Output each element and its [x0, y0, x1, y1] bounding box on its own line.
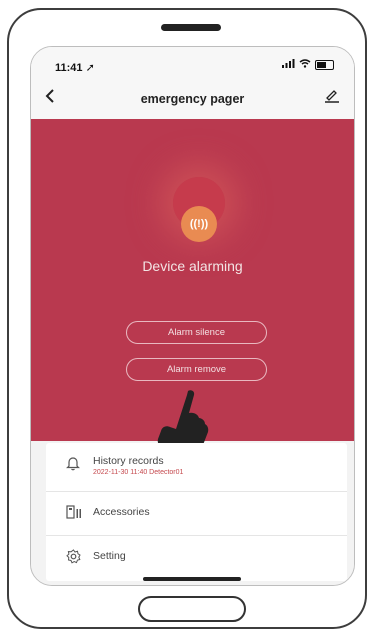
devices-icon — [66, 505, 82, 524]
status-time: 11:41 ➚ — [55, 61, 95, 74]
alarm-status-text: Device alarming — [142, 258, 243, 274]
alarm-overlay: ((!)) Device alarming Alarm silence Alar… — [31, 119, 354, 454]
home-indicator — [143, 577, 241, 581]
phone-home-button[interactable] — [138, 596, 246, 622]
menu-item-accessories[interactable]: Accessories — [46, 491, 347, 536]
edit-button[interactable] — [324, 89, 340, 108]
alarm-sound-icon: ((!)) — [181, 206, 217, 242]
menu-item-setting[interactable]: Setting — [46, 535, 347, 580]
page-title: emergency pager — [140, 92, 245, 106]
alarm-remove-button[interactable]: Alarm remove — [126, 358, 267, 381]
menu-item-label: Accessories — [93, 506, 150, 518]
menu-item-label: Setting — [93, 550, 126, 562]
battery-icon — [315, 60, 334, 70]
phone-speaker — [161, 24, 221, 31]
bell-icon — [66, 456, 80, 476]
menu-item-history-records[interactable]: History records 2022-11-30 11:40 Detecto… — [46, 443, 347, 487]
history-latest-record: 2022-11-30 11:40 Detector01 — [93, 469, 184, 476]
status-bar: 11:41 ➚ — [31, 47, 354, 81]
app-screen: 11:41 ➚ emergency pager ((!)) Device ala… — [31, 47, 354, 585]
alarm-silence-button[interactable]: Alarm silence — [126, 321, 267, 344]
signal-icon — [282, 59, 295, 71]
menu-card: History records 2022-11-30 11:40 Detecto… — [46, 443, 347, 581]
wifi-icon — [299, 59, 311, 71]
nav-bar: emergency pager — [31, 81, 354, 119]
status-time-text: 11:41 — [55, 62, 83, 74]
gear-icon — [66, 549, 81, 569]
edit-pencil-icon — [325, 90, 339, 103]
status-icons — [282, 59, 334, 71]
location-arrow-icon: ➚ — [85, 62, 95, 74]
menu-item-label: History records — [93, 455, 164, 467]
